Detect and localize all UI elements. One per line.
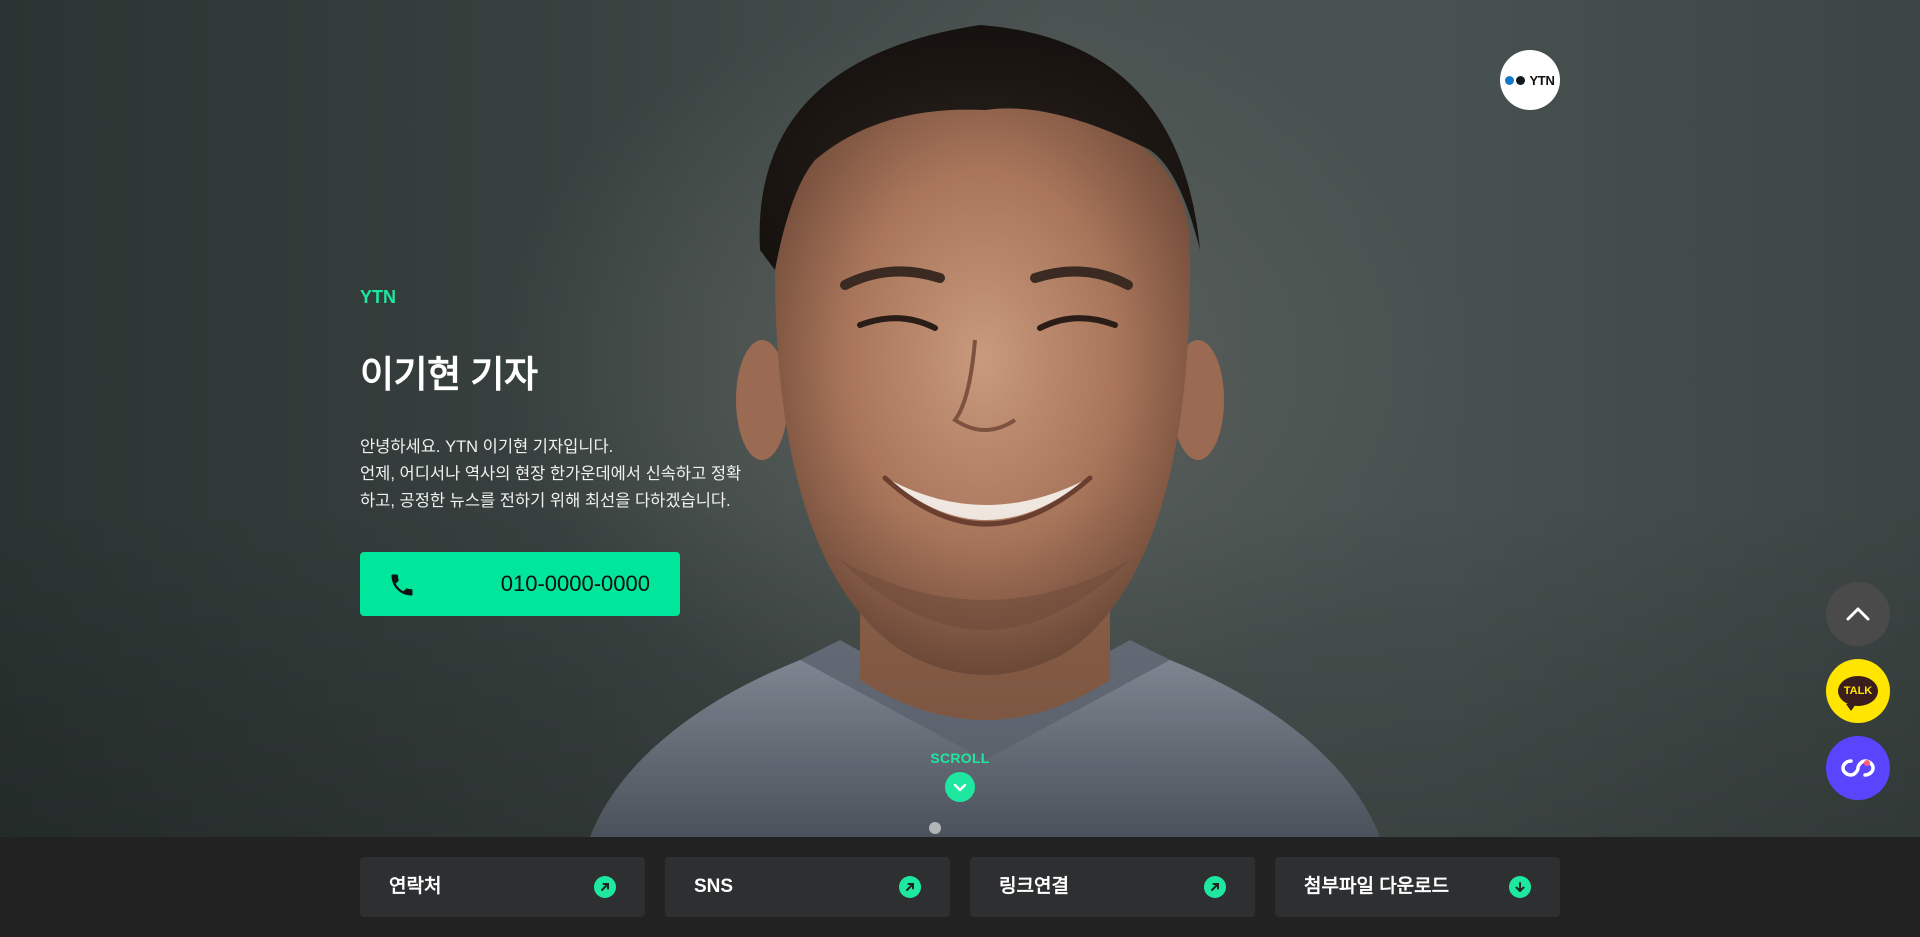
description-line: 안녕하세요. YTN 이기현 기자입니다. bbox=[360, 438, 614, 456]
logo-text: YTN bbox=[1529, 72, 1555, 88]
kakao-talk-icon: TALK bbox=[1838, 676, 1878, 711]
scroll-label: SCROLL bbox=[930, 750, 990, 766]
bottom-nav-contact[interactable]: 연락처 bbox=[360, 857, 645, 917]
chevron-up-icon bbox=[1846, 607, 1870, 621]
ytn-logo[interactable]: YTN bbox=[1500, 50, 1560, 110]
bottom-nav-label: 연락처 bbox=[389, 876, 442, 897]
talk-label: TALK bbox=[1843, 685, 1873, 697]
bottom-nav-bar: 연락처 SNS 링크연결 첨부파일 다운로드 bbox=[0, 837, 1920, 937]
description-line: 언제, 어디서나 역사의 현장 한가운데에서 신속하고 정확 bbox=[360, 465, 742, 483]
phone-icon bbox=[391, 574, 413, 596]
bottom-nav-sns[interactable]: SNS bbox=[665, 857, 950, 917]
scroll-indicator[interactable]: SCROLL bbox=[930, 750, 990, 802]
reporter-intro: YTN 이기현 기자 안녕하세요. YTN 이기현 기자입니다. 언제, 어디서… bbox=[360, 287, 760, 515]
arrow-up-right-icon bbox=[899, 876, 921, 898]
kakao-talk-button[interactable]: TALK bbox=[1826, 659, 1890, 723]
arrow-up-right-icon bbox=[1204, 876, 1226, 898]
floating-buttons: TALK bbox=[1826, 582, 1890, 813]
phone-call-button[interactable]: 010-0000-0000 bbox=[360, 552, 680, 616]
description-line: 하고, 공정한 뉴스를 전하기 위해 최선을 다하겠습니다. bbox=[360, 492, 731, 510]
bottom-nav-attachment-download[interactable]: 첨부파일 다운로드 bbox=[1275, 857, 1560, 917]
bottom-nav-links[interactable]: 링크연결 bbox=[970, 857, 1255, 917]
bottom-nav-label: 링크연결 bbox=[999, 876, 1069, 897]
bottom-nav-label: 첨부파일 다운로드 bbox=[1304, 876, 1450, 897]
arrow-up-right-icon bbox=[594, 876, 616, 898]
arrow-down-icon bbox=[1509, 876, 1531, 898]
phone-number: 010-0000-0000 bbox=[500, 571, 650, 596]
organization-label: YTN bbox=[360, 287, 396, 307]
logo-dot-dark-icon bbox=[1516, 75, 1526, 85]
reporter-portrait bbox=[590, 25, 1380, 837]
reporter-name: 이기현 기자 bbox=[360, 354, 538, 395]
bottom-nav-label: SNS bbox=[694, 876, 734, 897]
infinity-link-icon bbox=[1841, 759, 1875, 777]
reporter-description: 안녕하세요. YTN 이기현 기자입니다. 언제, 어디서나 역사의 현장 한가… bbox=[360, 434, 760, 515]
chevron-down-icon bbox=[945, 772, 975, 802]
app-link-button[interactable] bbox=[1826, 736, 1890, 800]
hero-section bbox=[0, 0, 1920, 837]
scroll-top-button[interactable] bbox=[1826, 582, 1890, 646]
logo-dot-blue-icon bbox=[1505, 75, 1515, 85]
